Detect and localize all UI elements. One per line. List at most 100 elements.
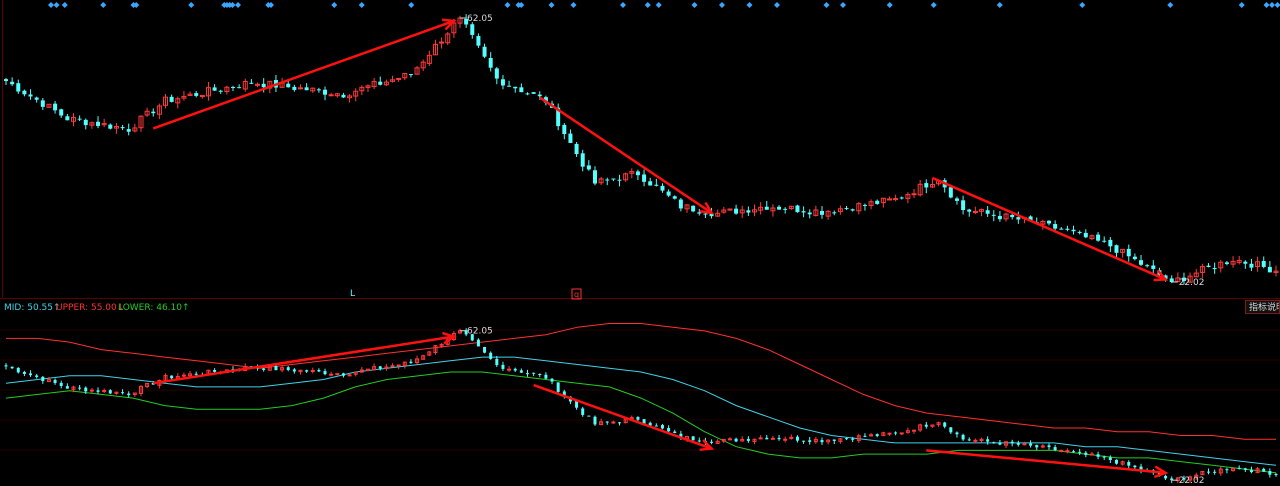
signal-diamond bbox=[1263, 2, 1270, 8]
candle-down bbox=[1243, 261, 1248, 264]
candle-down bbox=[323, 371, 327, 375]
candle-down bbox=[544, 374, 548, 379]
candle-down bbox=[948, 187, 953, 198]
candle-down bbox=[1267, 266, 1272, 273]
candle-down bbox=[1010, 214, 1015, 218]
candle-down bbox=[710, 441, 714, 443]
candle-down bbox=[292, 369, 296, 372]
candle-down bbox=[1145, 265, 1150, 267]
candle-down bbox=[28, 94, 33, 97]
candle-down bbox=[703, 213, 708, 215]
candle-down bbox=[1047, 445, 1051, 448]
candle-down bbox=[1268, 471, 1272, 475]
candle-down bbox=[1010, 441, 1014, 444]
candle-down bbox=[59, 109, 64, 116]
candle-down bbox=[636, 417, 640, 420]
candle-up bbox=[893, 198, 899, 201]
candle-up bbox=[758, 437, 763, 440]
candle-up bbox=[972, 210, 978, 213]
candle-down bbox=[1053, 447, 1057, 450]
indicator-candles bbox=[4, 328, 1278, 484]
signal-diamond bbox=[1274, 2, 1280, 8]
candle-down bbox=[1035, 445, 1039, 448]
candle-down bbox=[65, 386, 69, 389]
candle-down bbox=[1262, 468, 1266, 472]
candle-up bbox=[297, 87, 303, 90]
ind-arrow-down-1 bbox=[533, 383, 712, 450]
candle-down bbox=[286, 83, 291, 88]
candle-down bbox=[537, 94, 542, 97]
signal-diamond bbox=[235, 2, 241, 8]
candle-down bbox=[341, 94, 346, 98]
indicator-high-label: 62.05 bbox=[467, 327, 493, 337]
candle-down bbox=[1102, 456, 1106, 458]
candle-down bbox=[532, 372, 536, 374]
candle-down bbox=[194, 93, 199, 96]
candle-down bbox=[22, 90, 27, 95]
candle-down bbox=[611, 178, 616, 180]
signal-diamond bbox=[823, 2, 830, 8]
candle-down bbox=[519, 87, 524, 93]
candle-down bbox=[83, 119, 88, 126]
candle-up bbox=[886, 198, 892, 201]
signal-diamond bbox=[53, 2, 60, 8]
candle-down bbox=[642, 174, 647, 182]
candle-down bbox=[635, 171, 640, 176]
candle-down bbox=[587, 415, 591, 417]
indicator-low-label: 22.02 bbox=[1179, 476, 1205, 486]
marker-l: L bbox=[350, 289, 355, 299]
candle-down bbox=[556, 382, 560, 392]
ind-arrow-down-2 bbox=[926, 449, 1166, 475]
candle-down bbox=[954, 198, 959, 201]
candle-down bbox=[16, 83, 21, 92]
candle-down bbox=[844, 208, 849, 210]
candle-down bbox=[1164, 475, 1168, 479]
candle-down bbox=[1071, 229, 1076, 232]
signal-diamond bbox=[930, 2, 937, 8]
candle-down bbox=[151, 111, 156, 114]
signal-diamond bbox=[1238, 2, 1245, 8]
candle-down bbox=[1249, 469, 1253, 473]
candle-down bbox=[1212, 268, 1217, 270]
candle-down bbox=[586, 165, 591, 170]
candle-down bbox=[34, 97, 39, 100]
candle-up bbox=[611, 421, 616, 424]
candle-down bbox=[746, 438, 750, 441]
candle-down bbox=[29, 373, 33, 376]
candle-down bbox=[470, 24, 475, 35]
candle-down bbox=[875, 200, 880, 204]
candle-down bbox=[489, 352, 493, 359]
candle-down bbox=[194, 373, 198, 375]
candle-down bbox=[777, 437, 781, 440]
signal-diamond bbox=[620, 2, 626, 8]
candle-down bbox=[1127, 461, 1131, 466]
price-low-label: 22.02 bbox=[1179, 278, 1205, 288]
indicator-help-button[interactable]: 指标说明 bbox=[1245, 300, 1280, 314]
candle-up bbox=[310, 369, 315, 372]
candle-down bbox=[783, 208, 788, 210]
candle-down bbox=[35, 375, 39, 378]
candle-down bbox=[1206, 265, 1211, 267]
candle-down bbox=[237, 87, 242, 89]
signal-diamond bbox=[570, 2, 577, 8]
lower-label: LOWER: 46.10↑ bbox=[118, 303, 190, 313]
signal-diamond bbox=[691, 2, 698, 8]
candle-down bbox=[304, 87, 309, 91]
candle-down bbox=[482, 46, 487, 57]
candle-up bbox=[255, 83, 261, 86]
candle-down bbox=[1059, 228, 1064, 230]
candle-down bbox=[323, 89, 328, 95]
candle-up bbox=[335, 373, 340, 376]
signal-diamond bbox=[188, 2, 195, 8]
candle-down bbox=[605, 421, 609, 423]
candle-down bbox=[59, 382, 63, 386]
signal-diamond bbox=[996, 2, 1003, 8]
candle-down bbox=[819, 210, 824, 215]
candle-down bbox=[593, 416, 597, 425]
candle-down bbox=[862, 204, 867, 206]
candle-down bbox=[667, 428, 671, 432]
candle-down bbox=[550, 378, 554, 382]
candle-down bbox=[1126, 248, 1131, 257]
candle-down bbox=[832, 212, 837, 214]
candle-down bbox=[409, 361, 413, 363]
